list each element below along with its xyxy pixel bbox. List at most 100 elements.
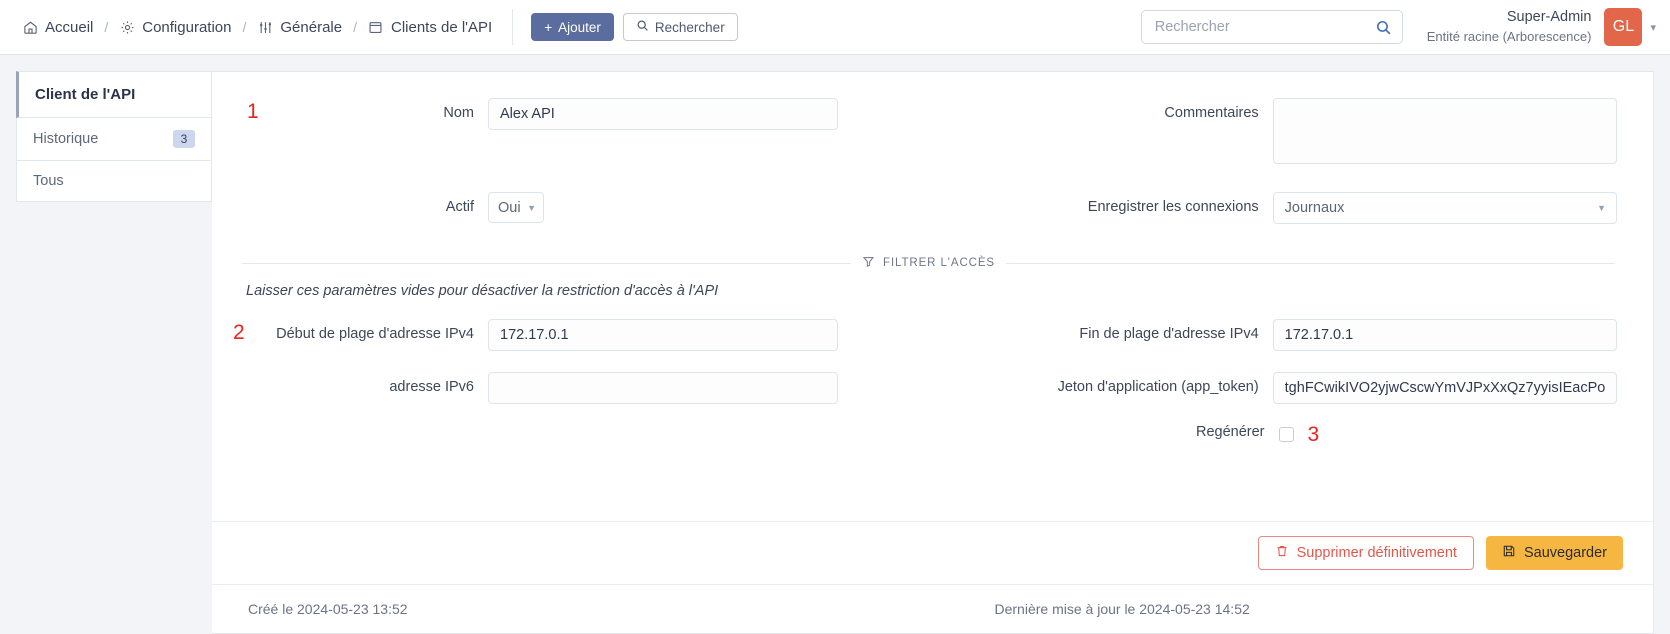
field-regenerate: Regénérer 3 bbox=[929, 417, 1618, 445]
ipv4-end-input[interactable] bbox=[1272, 319, 1617, 351]
breadcrumb-separator: / bbox=[104, 19, 109, 35]
field-commentaires: Commentaires bbox=[929, 98, 1617, 164]
section-divider-filter-access: FILTRER L'ACCÈS bbox=[240, 255, 1617, 271]
save-icon bbox=[1502, 544, 1516, 562]
actif-select[interactable]: Oui ▼ bbox=[488, 192, 544, 223]
regenerate-row: 3 bbox=[1278, 417, 1320, 446]
sidebar-item-label: Tous bbox=[33, 173, 64, 189]
label-text-actif: Actif bbox=[445, 199, 474, 215]
sidebar-badge-historique: 3 bbox=[173, 130, 195, 148]
access-restriction-hint: Laisser ces paramètres vides pour désact… bbox=[246, 283, 719, 299]
form-row-2: 2 Début de plage d'adresse IPv4 adresse … bbox=[233, 319, 1618, 462]
top-bar-right: Super-Admin Entité racine (Arborescence)… bbox=[1140, 8, 1656, 46]
delete-permanently-button[interactable]: Supprimer définitivement bbox=[1257, 536, 1474, 570]
global-search[interactable] bbox=[1140, 10, 1403, 44]
comments-textarea[interactable] bbox=[1272, 98, 1617, 164]
breadcrumb-item-configuration[interactable]: Configuration bbox=[119, 19, 231, 36]
user-name: Super-Admin bbox=[1506, 9, 1592, 26]
form-column-right-2: Fin de plage d'adresse IPv4 Jeton d'appl… bbox=[929, 319, 1618, 462]
record-footer: Créé le 2024-05-23 13:52 Dernière mise à… bbox=[212, 584, 1653, 633]
ipv4-start-input[interactable] bbox=[488, 319, 838, 351]
chevron-down-icon: ▼ bbox=[1597, 203, 1606, 213]
user-info[interactable]: Super-Admin Entité racine (Arborescence) bbox=[1427, 8, 1592, 45]
label-text-regenerate: Regénérer bbox=[1195, 424, 1265, 440]
field-label-ipv4-end: Fin de plage d'adresse IPv4 bbox=[929, 319, 1273, 342]
delete-button-label: Supprimer définitivement bbox=[1296, 545, 1457, 561]
search-input[interactable] bbox=[1154, 19, 1375, 35]
add-button[interactable]: + Ajouter bbox=[531, 13, 614, 41]
label-text-ipv4-start: Début de plage d'adresse IPv4 bbox=[276, 326, 474, 342]
field-ipv4-end: Fin de plage d'adresse IPv4 bbox=[929, 319, 1617, 351]
breadcrumb-label-clients-api: Clients de l'API bbox=[390, 18, 493, 36]
search-button-label: Rechercher bbox=[654, 19, 725, 35]
breadcrumb-item-generale[interactable]: Générale bbox=[257, 19, 342, 36]
field-label-actif: Actif bbox=[240, 192, 488, 215]
label-text-app-token: Jeton d'application (app_token) bbox=[1057, 379, 1259, 395]
avatar[interactable]: GL bbox=[1604, 8, 1643, 46]
breadcrumb: Accueil / Configuration / Générale / Cli… bbox=[22, 19, 492, 36]
label-text-commentaires: Commentaires bbox=[1164, 105, 1259, 121]
divider-line-right bbox=[1006, 262, 1616, 264]
created-timestamp: Créé le 2024-05-23 13:52 bbox=[248, 601, 408, 617]
toolbar-divider bbox=[512, 9, 514, 45]
breadcrumb-separator-2: / bbox=[242, 19, 247, 35]
form-column-left: 1 Nom Actif Oui ▼ bbox=[240, 98, 929, 241]
log-connections-value: Journaux bbox=[1284, 200, 1345, 216]
annotation-marker-1: 1 bbox=[247, 100, 259, 123]
label-text-nom: Nom bbox=[443, 105, 474, 121]
annotation-marker-3: 3 bbox=[1307, 423, 1320, 446]
chevron-down-icon: ▼ bbox=[527, 202, 536, 213]
form-column-left-2: 2 Début de plage d'adresse IPv4 adresse … bbox=[233, 319, 929, 462]
search-button[interactable]: Rechercher bbox=[622, 13, 738, 41]
chevron-down-icon[interactable]: ▾ bbox=[1650, 21, 1656, 34]
page-body: Client de l'API Historique 3 Tous 1 Nom bbox=[0, 55, 1670, 634]
sidebar-item-historique[interactable]: Historique 3 bbox=[16, 118, 212, 161]
api-client-form: 1 Nom Actif Oui ▼ bbox=[212, 72, 1653, 521]
search-icon bbox=[636, 19, 649, 35]
sidebar: Client de l'API Historique 3 Tous bbox=[16, 71, 212, 634]
label-text-log-connections: Enregistrer les connexions bbox=[1087, 199, 1259, 215]
sidebar-item-client-api[interactable]: Client de l'API bbox=[16, 71, 212, 118]
form-row-1: 1 Nom Actif Oui ▼ bbox=[240, 98, 1617, 241]
updated-timestamp: Dernière mise à jour le 2024-05-23 14:52 bbox=[994, 601, 1250, 617]
label-text-ipv4-end: Fin de plage d'adresse IPv4 bbox=[1079, 326, 1259, 342]
add-button-label: Ajouter bbox=[558, 19, 601, 35]
breadcrumb-item-clients-api[interactable]: Clients de l'API bbox=[368, 19, 492, 36]
action-bar: Supprimer définitivement Sauvegarder bbox=[212, 521, 1653, 584]
app-token-input[interactable] bbox=[1272, 372, 1617, 404]
field-nom: 1 Nom bbox=[240, 98, 929, 130]
field-actif: Actif Oui ▼ bbox=[240, 192, 929, 223]
field-label-app-token: Jeton d'application (app_token) bbox=[929, 372, 1273, 395]
trash-icon bbox=[1275, 544, 1289, 562]
sidebar-item-tous[interactable]: Tous bbox=[16, 161, 212, 202]
field-label-commentaires: Commentaires bbox=[929, 98, 1273, 121]
form-column-right: Commentaires Enregistrer les connexions … bbox=[929, 98, 1617, 241]
section-title: FILTRER L'ACCÈS bbox=[862, 255, 995, 271]
home-icon bbox=[22, 19, 38, 35]
field-label-log-connections: Enregistrer les connexions bbox=[929, 192, 1273, 215]
sliders-icon bbox=[257, 19, 273, 35]
field-log-connections: Enregistrer les connexions Journaux ▼ bbox=[929, 192, 1617, 224]
save-button-label: Sauvegarder bbox=[1523, 545, 1607, 561]
ipv6-input[interactable] bbox=[488, 372, 838, 404]
regenerate-checkbox[interactable] bbox=[1278, 427, 1294, 442]
field-app-token: Jeton d'application (app_token) bbox=[929, 372, 1617, 404]
section-title-label: FILTRER L'ACCÈS bbox=[883, 257, 995, 269]
sidebar-item-label: Historique bbox=[33, 131, 99, 147]
breadcrumb-separator-3: / bbox=[353, 19, 357, 35]
search-icon[interactable] bbox=[1375, 19, 1392, 36]
divider-line-left bbox=[242, 262, 852, 264]
breadcrumb-label-configuration: Configuration bbox=[142, 18, 232, 36]
breadcrumb-label-generale: Générale bbox=[280, 18, 343, 36]
window-icon bbox=[368, 19, 384, 35]
top-bar: Accueil / Configuration / Générale / Cli… bbox=[0, 0, 1670, 55]
field-label-regenerate: Regénérer bbox=[929, 417, 1279, 440]
name-input[interactable] bbox=[488, 98, 838, 130]
plus-icon: + bbox=[544, 19, 553, 35]
label-text-ipv6: adresse IPv6 bbox=[389, 379, 474, 395]
breadcrumb-item-accueil[interactable]: Accueil bbox=[22, 19, 93, 36]
gear-icon bbox=[119, 19, 135, 35]
log-connections-select[interactable]: Journaux ▼ bbox=[1272, 192, 1617, 224]
save-button[interactable]: Sauvegarder bbox=[1485, 536, 1623, 570]
field-label-ipv6: adresse IPv6 bbox=[240, 372, 488, 395]
